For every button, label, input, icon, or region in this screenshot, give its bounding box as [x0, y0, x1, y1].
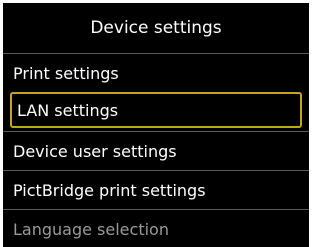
menu-item-device-user-settings[interactable]: Device user settings — [3, 131, 309, 170]
menu-item-print-settings[interactable]: Print settings — [3, 53, 309, 92]
menu-item-pictbridge-print-settings[interactable]: PictBridge print settings — [3, 170, 309, 209]
menu-item-lan-settings[interactable]: LAN settings — [10, 92, 302, 128]
page-title: Device settings — [90, 18, 222, 38]
device-settings-screen: Device settings Print settings LAN setti… — [3, 3, 309, 247]
menu-item-language-selection[interactable]: Language selection — [3, 209, 309, 247]
